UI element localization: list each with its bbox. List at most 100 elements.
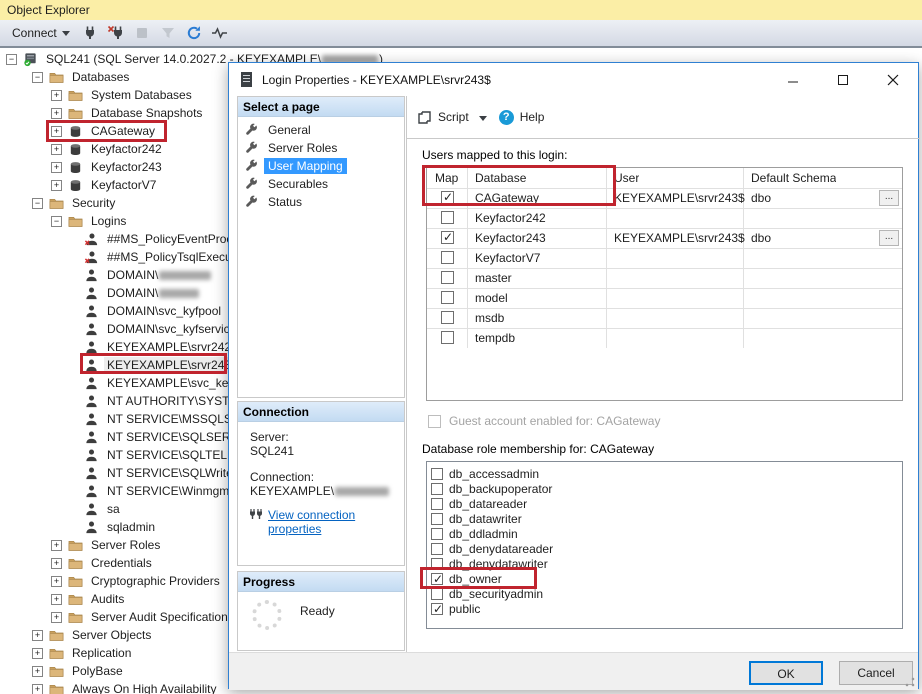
page-item-user-mapping[interactable]: User Mapping: [244, 157, 347, 175]
help-button[interactable]: Help: [520, 110, 545, 124]
expand-icon[interactable]: +: [32, 630, 43, 641]
user-icon: [84, 430, 99, 445]
filter-icon[interactable]: [158, 23, 178, 43]
minimize-icon: [787, 74, 799, 86]
role-label: public: [449, 602, 480, 616]
user-mapping-table[interactable]: MapDatabaseUserDefault SchemaCAGatewayKE…: [426, 167, 903, 401]
login-properties-dialog: Login Properties - KEYEXAMPLE\srvr243$ S…: [228, 62, 919, 689]
guest-account-row: Guest account enabled for: CAGateway: [428, 414, 660, 428]
minimize-button[interactable]: [768, 63, 818, 96]
map-checkbox-tempdb[interactable]: [441, 331, 454, 344]
role-checkbox[interactable]: [431, 543, 443, 555]
ok-button[interactable]: OK: [749, 661, 823, 685]
expand-icon[interactable]: +: [51, 144, 62, 155]
role-item-db-ddladmin[interactable]: db_ddladmin: [431, 526, 518, 541]
page-item-status[interactable]: Status: [244, 193, 306, 211]
database-cell[interactable]: model: [475, 291, 508, 305]
expand-icon[interactable]: +: [32, 666, 43, 677]
script-icon: [414, 107, 434, 127]
database-cell[interactable]: Keyfactor243: [475, 231, 546, 245]
database-cell[interactable]: msdb: [475, 311, 504, 325]
collapse-icon[interactable]: −: [6, 54, 17, 65]
collapse-icon[interactable]: −: [51, 216, 62, 227]
role-checkbox[interactable]: [431, 528, 443, 540]
database-cell[interactable]: KeyfactorV7: [475, 251, 540, 265]
page-item-label: Securables: [264, 176, 332, 192]
expand-icon[interactable]: +: [51, 126, 62, 137]
page-item-securables[interactable]: Securables: [244, 175, 332, 193]
role-checkbox[interactable]: [431, 498, 443, 510]
connect-button[interactable]: Connect: [8, 24, 74, 42]
role-item-db-denydatawriter[interactable]: db_denydatawriter: [431, 556, 548, 571]
expand-icon[interactable]: +: [51, 594, 62, 605]
role-checkbox[interactable]: [431, 483, 443, 495]
database-cell[interactable]: tempdb: [475, 331, 515, 345]
role-item-public[interactable]: public: [431, 601, 480, 616]
connect-plug-icon[interactable]: [80, 23, 100, 43]
role-item-db-datareader[interactable]: db_datareader: [431, 496, 527, 511]
collapse-icon[interactable]: −: [32, 72, 43, 83]
database-cell[interactable]: CAGateway: [475, 191, 539, 205]
tree-item-label: Server Objects: [69, 627, 154, 643]
progress-spinner-icon: [252, 600, 282, 630]
role-item-db-accessadmin[interactable]: db_accessadmin: [431, 466, 539, 481]
expand-icon[interactable]: +: [32, 684, 43, 694]
expand-icon[interactable]: +: [32, 648, 43, 659]
schema-cell[interactable]: dbo: [751, 191, 771, 205]
expand-icon[interactable]: +: [51, 576, 62, 587]
expand-icon[interactable]: +: [51, 90, 62, 101]
view-connection-properties-link[interactable]: View connection properties: [268, 508, 404, 536]
page-item-server-roles[interactable]: Server Roles: [244, 139, 341, 157]
database-cell[interactable]: master: [475, 271, 512, 285]
resize-grip[interactable]: [905, 677, 915, 687]
browse-schema-button[interactable]: ...: [879, 230, 899, 246]
activity-monitor-icon[interactable]: [210, 23, 230, 43]
database-roles-list[interactable]: db_accessadmindb_backupoperatordb_datare…: [426, 461, 903, 629]
cancel-button[interactable]: Cancel: [839, 661, 913, 685]
select-a-page-header: Select a page: [238, 97, 404, 117]
role-item-db-datawriter[interactable]: db_datawriter: [431, 511, 522, 526]
collapse-icon[interactable]: −: [32, 198, 43, 209]
disconnect-plug-icon[interactable]: [106, 23, 126, 43]
browse-schema-button[interactable]: ...: [879, 190, 899, 206]
dialog-toolbar: Script ? Help: [407, 96, 920, 139]
expand-icon[interactable]: +: [51, 108, 62, 119]
expand-icon[interactable]: +: [51, 180, 62, 191]
schema-cell[interactable]: dbo: [751, 231, 771, 245]
connection-label: Connection:: [250, 470, 314, 484]
role-item-db-securityadmin[interactable]: db_securityadmin: [431, 586, 543, 601]
map-checkbox-master[interactable]: [441, 271, 454, 284]
stop-icon[interactable]: [132, 23, 152, 43]
user-cell[interactable]: KEYEXAMPLE\srvr243$: [614, 231, 745, 245]
map-checkbox-keyfactorv7[interactable]: [441, 251, 454, 264]
maximize-button[interactable]: [818, 63, 868, 96]
role-checkbox[interactable]: [431, 558, 443, 570]
page-item-general[interactable]: General: [244, 121, 315, 139]
database-cell[interactable]: Keyfactor242: [475, 211, 546, 225]
map-checkbox-msdb[interactable]: [441, 311, 454, 324]
expand-icon[interactable]: +: [51, 540, 62, 551]
close-button[interactable]: [868, 63, 918, 96]
map-checkbox-keyfactor242[interactable]: [441, 211, 454, 224]
expand-icon[interactable]: +: [51, 612, 62, 623]
refresh-icon[interactable]: [184, 23, 204, 43]
role-item-db-denydatareader[interactable]: db_denydatareader: [431, 541, 553, 556]
map-checkbox-cagateway[interactable]: [441, 191, 454, 204]
role-checkbox[interactable]: [431, 573, 443, 585]
script-button[interactable]: Script: [438, 110, 469, 124]
role-item-db-backupoperator[interactable]: db_backupoperator: [431, 481, 552, 496]
expand-icon[interactable]: +: [51, 558, 62, 569]
map-checkbox-keyfactor243[interactable]: [441, 231, 454, 244]
folder-icon: [49, 196, 64, 211]
dialog-titlebar[interactable]: Login Properties - KEYEXAMPLE\srvr243$: [229, 63, 918, 96]
map-checkbox-model[interactable]: [441, 291, 454, 304]
role-checkbox[interactable]: [431, 468, 443, 480]
expand-icon[interactable]: +: [51, 162, 62, 173]
role-checkbox[interactable]: [431, 588, 443, 600]
user-cell[interactable]: KEYEXAMPLE\srvr243$: [614, 191, 745, 205]
role-checkbox[interactable]: [431, 603, 443, 615]
user-icon: [84, 268, 99, 283]
role-checkbox[interactable]: [431, 513, 443, 525]
role-item-db-owner[interactable]: db_owner: [431, 571, 502, 586]
dialog-title: Login Properties - KEYEXAMPLE\srvr243$: [262, 73, 768, 87]
